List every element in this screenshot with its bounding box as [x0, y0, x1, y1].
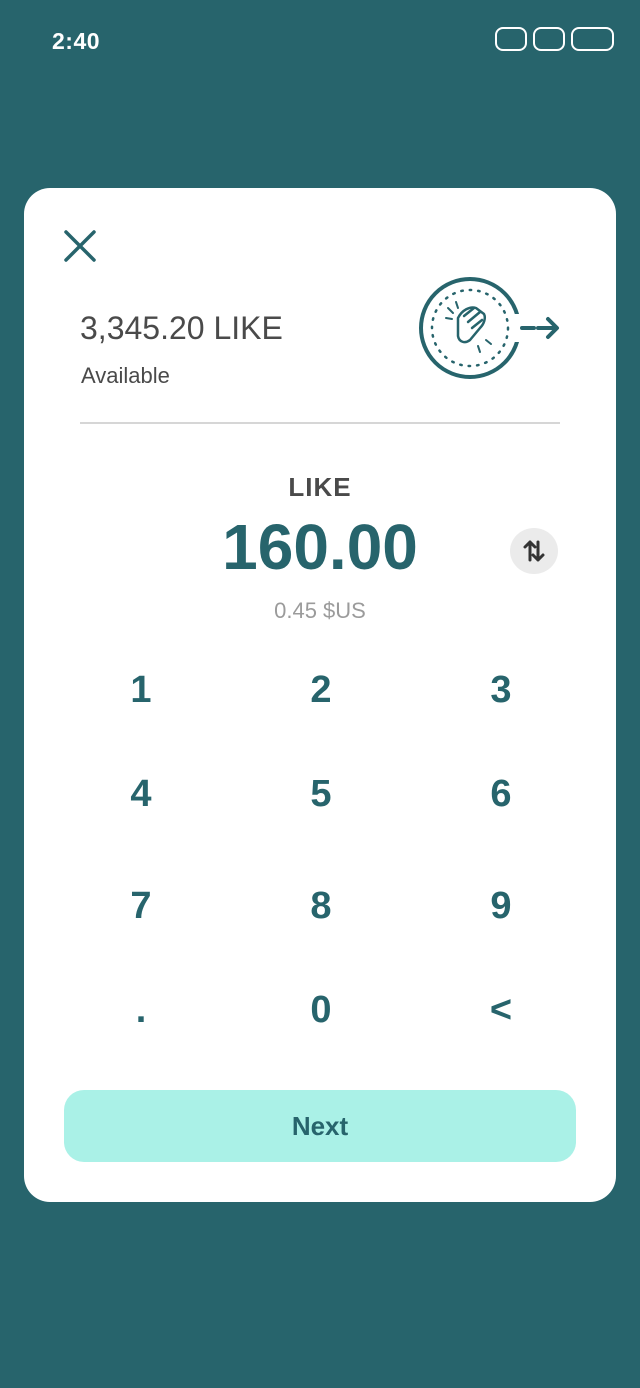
next-button[interactable]: Next: [64, 1090, 576, 1162]
send-like-button[interactable]: [418, 274, 564, 382]
keypad-key-8[interactable]: 8: [261, 874, 381, 938]
keypad-key-3[interactable]: 3: [441, 658, 561, 722]
send-amount-card: 3,345.20 LIKE Available LIKE 160.00 0.45…: [24, 188, 616, 1202]
divider: [80, 422, 560, 424]
battery-icon: [571, 27, 614, 51]
wifi-icon: [533, 27, 565, 51]
clap-hands-send-icon: [419, 277, 559, 379]
keypad-key-backspace[interactable]: <: [441, 978, 561, 1042]
keypad-key-5[interactable]: 5: [261, 762, 381, 826]
keypad-key-7[interactable]: 7: [81, 874, 201, 938]
keypad-key-2[interactable]: 2: [261, 658, 381, 722]
signal-icon: [495, 27, 527, 51]
status-icons: [495, 27, 614, 51]
close-icon: [64, 230, 96, 262]
currency-label: LIKE: [288, 472, 352, 502]
swap-currency-button[interactable]: [510, 528, 558, 574]
keypad-key-0[interactable]: 0: [261, 978, 381, 1042]
keypad-key-9[interactable]: 9: [441, 874, 561, 938]
swap-vertical-icon: [523, 540, 545, 562]
keypad-key-6[interactable]: 6: [441, 762, 561, 826]
keypad-key-decimal[interactable]: .: [81, 978, 201, 1042]
balance-label: Available: [81, 363, 170, 388]
keypad-key-1[interactable]: 1: [81, 658, 201, 722]
close-button[interactable]: [60, 226, 100, 266]
fiat-equivalent: 0.45 $US: [274, 598, 366, 623]
status-time: 2:40: [52, 28, 101, 54]
status-bar: 2:40: [0, 0, 640, 80]
keypad-key-4[interactable]: 4: [81, 762, 201, 826]
balance-amount: 3,345.20 LIKE: [80, 310, 283, 346]
